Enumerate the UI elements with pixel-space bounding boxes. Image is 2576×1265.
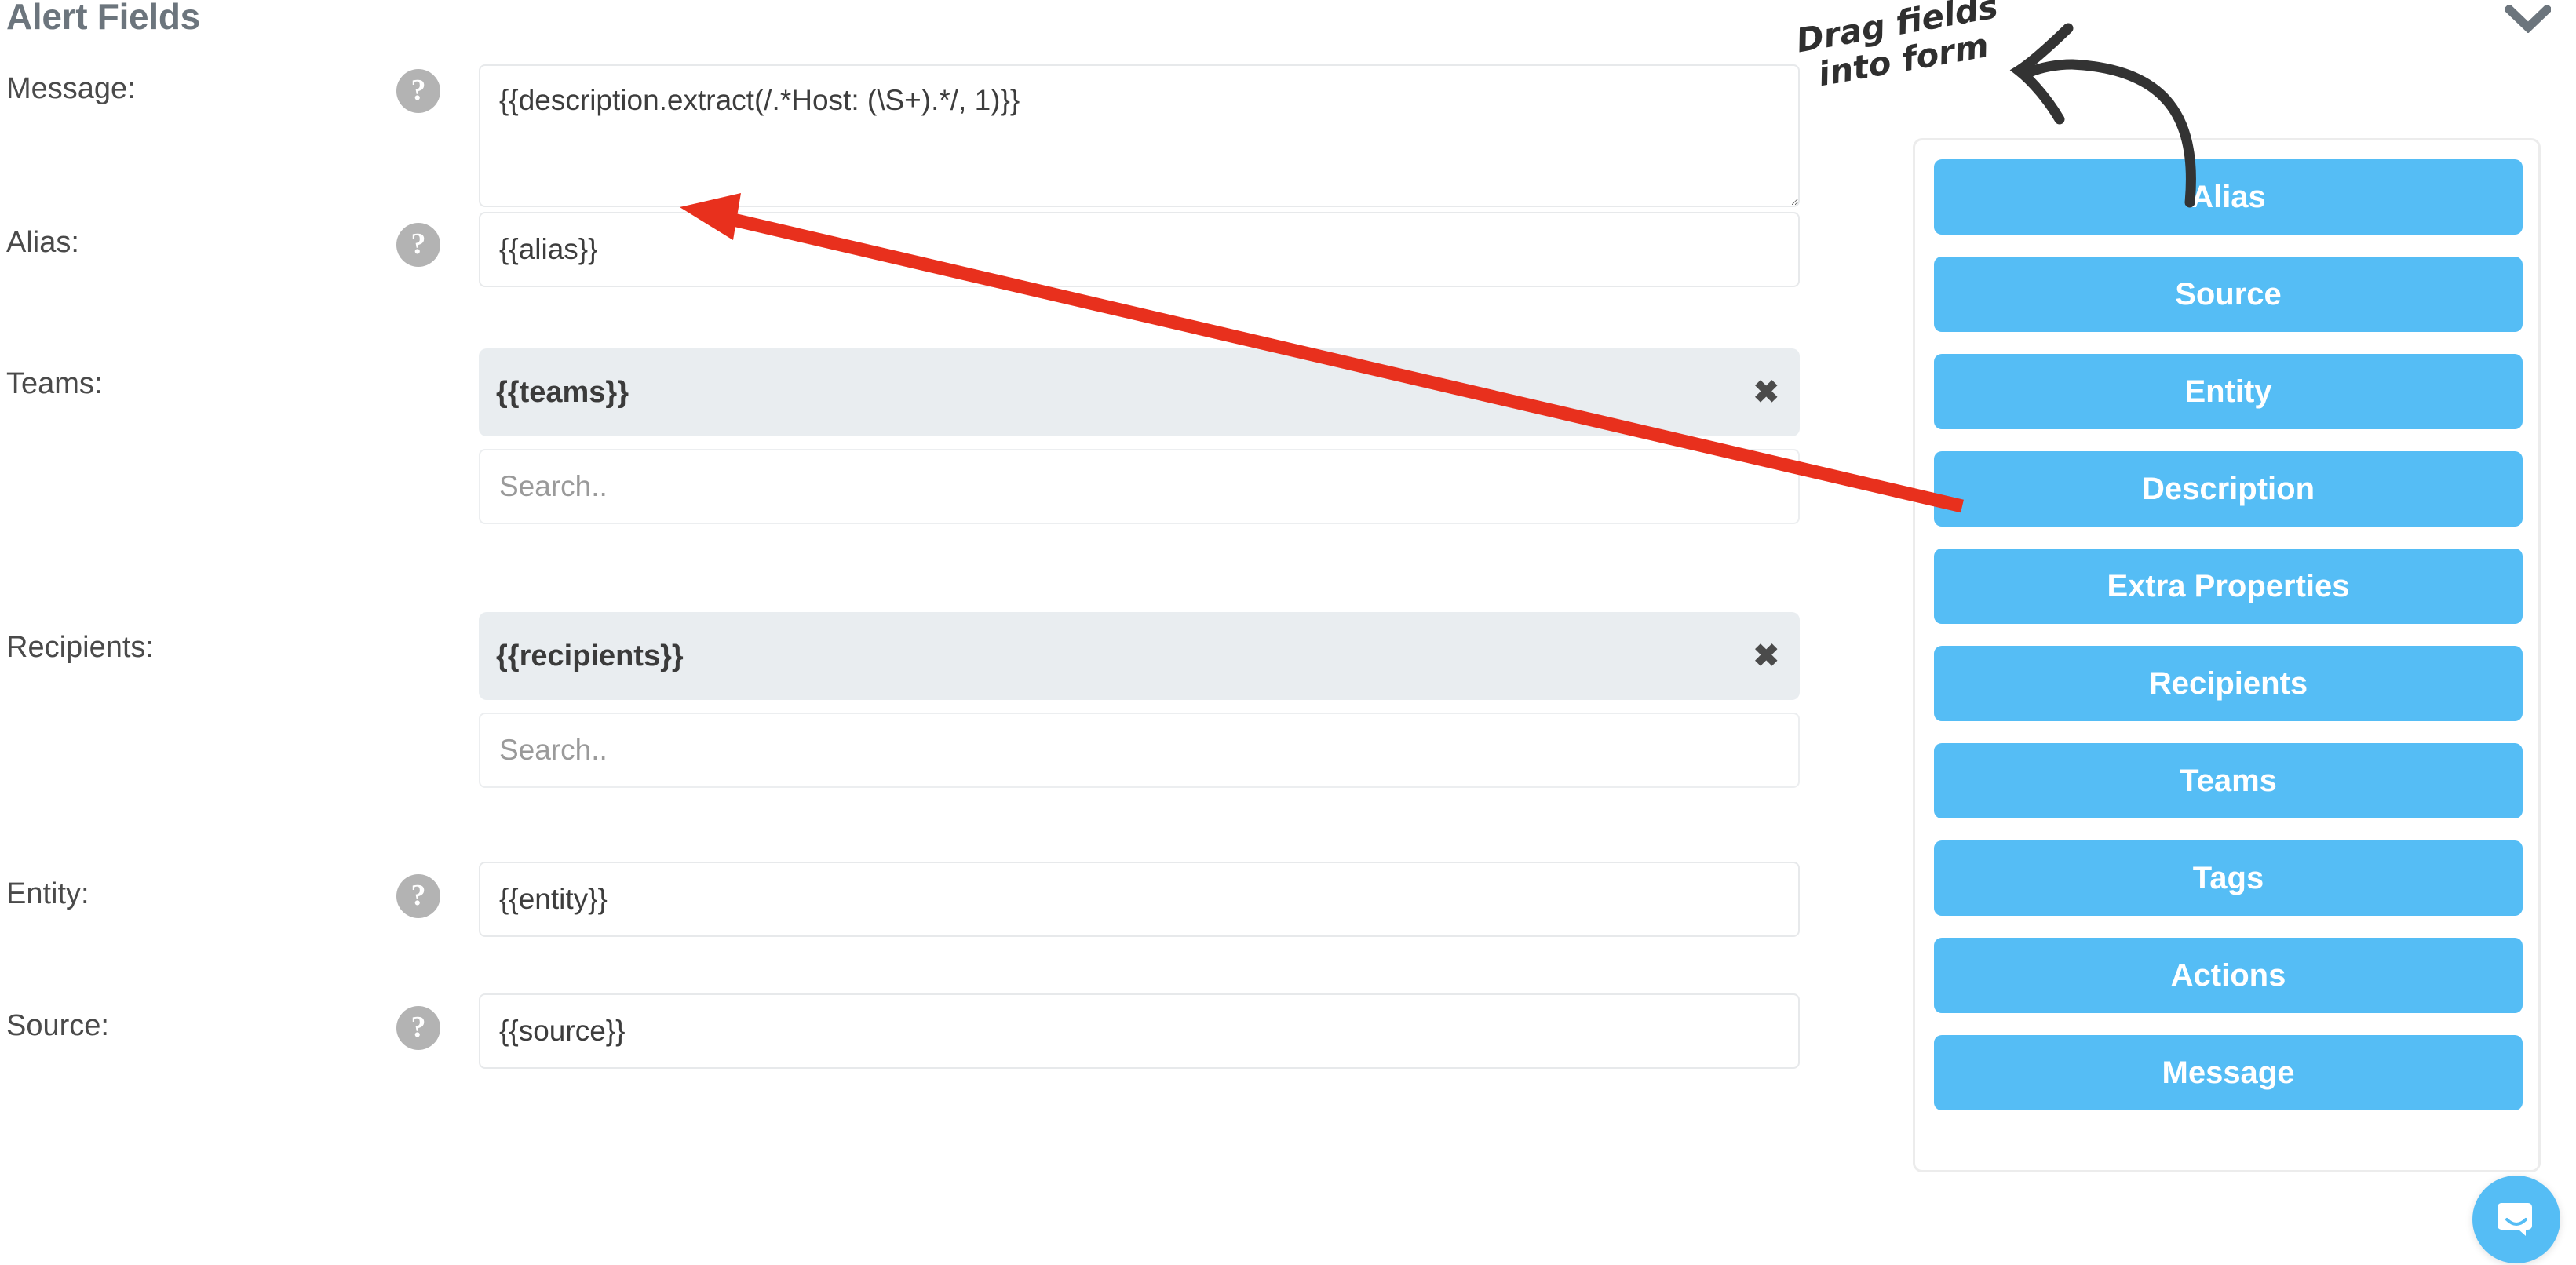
palette-button-actions[interactable]: Actions	[1934, 938, 2523, 1013]
chat-bubble-icon	[2498, 1203, 2532, 1236]
palette-button-alias[interactable]: Alias	[1934, 159, 2523, 235]
palette-button-tags[interactable]: Tags	[1934, 840, 2523, 916]
form-row-message: Message: ?	[0, 58, 1805, 215]
form-row-teams: Teams: {{teams}} ✖	[0, 348, 1805, 560]
label-source: Source:	[6, 1009, 109, 1042]
palette-button-extra-properties[interactable]: Extra Properties	[1934, 549, 2523, 624]
palette-button-teams[interactable]: Teams	[1934, 743, 2523, 818]
page-title: Alert Fields	[6, 0, 200, 37]
help-icon-alias[interactable]: ?	[396, 223, 440, 267]
teams-search-input[interactable]	[479, 449, 1800, 524]
close-icon[interactable]: ✖	[1753, 377, 1779, 408]
recipients-token-chip[interactable]: {{recipients}} ✖	[479, 612, 1800, 700]
form-row-recipients: Recipients: {{recipients}} ✖	[0, 612, 1805, 824]
chat-launcher-button[interactable]	[2472, 1176, 2560, 1263]
help-icon-source[interactable]: ?	[396, 1006, 440, 1050]
drag-fields-palette: Alias Source Entity Description Extra Pr…	[1913, 138, 2541, 1172]
label-teams: Teams:	[6, 367, 103, 400]
entity-input[interactable]	[479, 862, 1800, 937]
help-icon-message[interactable]: ?	[396, 69, 440, 113]
alert-fields-panel: Alert Fields Message: ? Alias: ? Teams: …	[0, 0, 2576, 1265]
teams-token-chip[interactable]: {{teams}} ✖	[479, 348, 1800, 436]
teams-token-label: {{teams}}	[496, 375, 629, 409]
message-textarea[interactable]	[479, 64, 1800, 207]
palette-button-message[interactable]: Message	[1934, 1035, 2523, 1110]
help-icon-entity[interactable]: ?	[396, 874, 440, 918]
chevron-down-icon[interactable]	[2504, 2, 2552, 36]
form-row-source: Source: ?	[0, 993, 1805, 1103]
label-recipients: Recipients:	[6, 631, 154, 664]
recipients-token-label: {{recipients}}	[496, 639, 684, 673]
label-alias: Alias:	[6, 226, 79, 259]
form-row-entity: Entity: ?	[0, 862, 1805, 972]
close-icon[interactable]: ✖	[1753, 640, 1779, 672]
alias-input[interactable]	[479, 212, 1800, 287]
form-row-alias: Alias: ?	[0, 212, 1805, 322]
palette-button-entity[interactable]: Entity	[1934, 354, 2523, 429]
palette-button-source[interactable]: Source	[1934, 257, 2523, 332]
label-message: Message:	[6, 72, 136, 105]
panel-header: Alert Fields	[0, 0, 2576, 58]
palette-button-description[interactable]: Description	[1934, 451, 2523, 527]
source-input[interactable]	[479, 993, 1800, 1069]
label-entity: Entity:	[6, 877, 89, 910]
palette-button-recipients[interactable]: Recipients	[1934, 646, 2523, 721]
recipients-search-input[interactable]	[479, 713, 1800, 788]
